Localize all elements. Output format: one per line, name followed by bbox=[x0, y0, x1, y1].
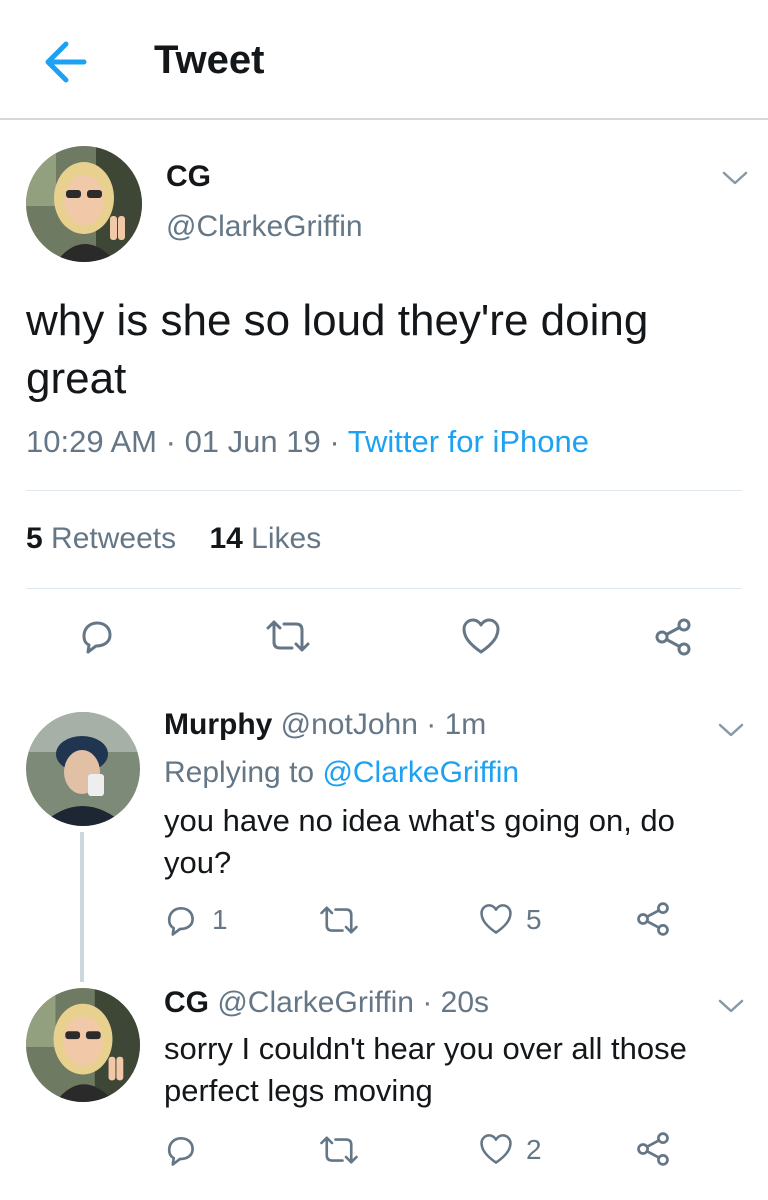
reply-text: sorry I couldn't hear you over all those… bbox=[164, 1031, 687, 1108]
tweet-date: 01 Jun 19 bbox=[184, 424, 321, 459]
author-name[interactable]: CG bbox=[166, 160, 211, 194]
like-button[interactable] bbox=[460, 616, 502, 656]
avatar[interactable] bbox=[26, 146, 142, 262]
reply-header: Murphy @notJohn · 1m bbox=[164, 708, 486, 742]
comment-icon bbox=[167, 1136, 194, 1166]
divider bbox=[26, 490, 742, 491]
share-icon bbox=[655, 618, 691, 656]
comment-icon bbox=[167, 906, 194, 936]
thread-line bbox=[80, 832, 84, 982]
like-button[interactable] bbox=[478, 1132, 514, 1166]
author-handle[interactable]: @ClarkeGriffin bbox=[166, 210, 363, 244]
like-count: 2 bbox=[526, 1134, 542, 1165]
tweet-source-link[interactable]: Twitter for iPhone bbox=[348, 424, 589, 459]
heart-icon bbox=[480, 904, 512, 934]
arrow-left-icon bbox=[45, 41, 87, 83]
meta-separator: · bbox=[329, 424, 340, 459]
like-button[interactable] bbox=[478, 902, 514, 936]
chevron-down-icon[interactable] bbox=[720, 168, 750, 188]
share-icon bbox=[637, 902, 669, 936]
engagement-stats: 5 Retweets 14 Likes bbox=[26, 522, 321, 556]
reply-count: 1 bbox=[212, 904, 228, 935]
meta-separator: · bbox=[422, 986, 433, 1019]
page-title: Tweet bbox=[154, 38, 265, 82]
reply-author-name[interactable]: Murphy bbox=[164, 708, 272, 741]
share-button[interactable] bbox=[634, 900, 672, 938]
share-icon bbox=[637, 1132, 669, 1166]
reply-button[interactable] bbox=[162, 902, 198, 938]
retweet-button[interactable] bbox=[264, 618, 312, 654]
replying-to: Replying to @ClarkeGriffin bbox=[164, 756, 520, 789]
reply-time: 1m bbox=[444, 708, 487, 741]
retweet-icon bbox=[320, 906, 358, 934]
reply-time: 20s bbox=[440, 986, 490, 1019]
share-button[interactable] bbox=[652, 616, 694, 658]
reply-button[interactable] bbox=[162, 1132, 198, 1168]
retweet-button[interactable] bbox=[318, 1134, 360, 1166]
reply-author-handle[interactable]: @ClarkeGriffin bbox=[217, 986, 414, 1019]
comment-icon bbox=[82, 621, 112, 654]
reply-text: you have no idea what's going on, do you… bbox=[164, 803, 675, 880]
retweet-icon bbox=[320, 1136, 358, 1164]
reply-header: CG @ClarkeGriffin · 20s bbox=[164, 986, 489, 1020]
like-count: 5 bbox=[526, 904, 542, 935]
tweet-meta: 10:29 AM · 01 Jun 19 · Twitter for iPhon… bbox=[26, 424, 589, 460]
heart-icon bbox=[462, 618, 500, 654]
meta-separator: · bbox=[426, 708, 437, 741]
tweet-text: why is she so loud they're doing great bbox=[26, 296, 649, 403]
reply-button[interactable] bbox=[76, 616, 116, 656]
avatar[interactable] bbox=[26, 988, 140, 1102]
divider bbox=[26, 588, 742, 589]
share-button[interactable] bbox=[634, 1130, 672, 1168]
heart-icon bbox=[480, 1134, 512, 1164]
likes-stat[interactable]: 14 Likes bbox=[209, 522, 321, 555]
top-bar: Tweet bbox=[0, 0, 768, 120]
retweet-button[interactable] bbox=[318, 904, 360, 936]
reply-author-handle[interactable]: @notJohn bbox=[281, 708, 418, 741]
chevron-down-icon[interactable] bbox=[716, 720, 746, 740]
meta-separator: · bbox=[165, 424, 176, 459]
retweets-stat[interactable]: 5 Retweets bbox=[26, 522, 176, 555]
back-button[interactable] bbox=[40, 34, 96, 90]
replying-to-link[interactable]: @ClarkeGriffin bbox=[322, 756, 519, 789]
reply-author-name[interactable]: CG bbox=[164, 986, 209, 1019]
chevron-down-icon[interactable] bbox=[716, 996, 746, 1016]
tweet-time: 10:29 AM bbox=[26, 424, 157, 459]
avatar[interactable] bbox=[26, 712, 140, 826]
retweet-icon bbox=[266, 620, 310, 652]
